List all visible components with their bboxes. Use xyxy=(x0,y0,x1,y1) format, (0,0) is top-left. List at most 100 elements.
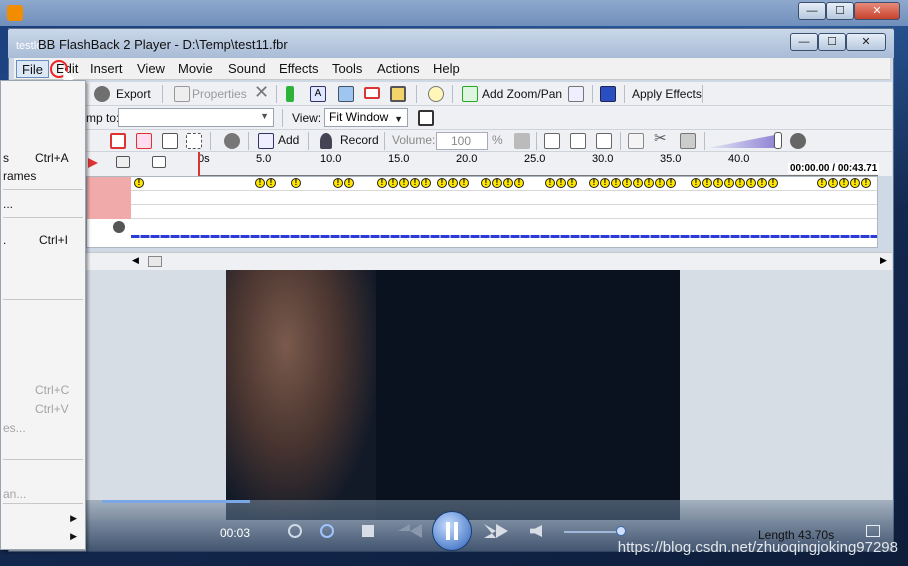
menu-help[interactable]: Help xyxy=(433,60,460,78)
scroll-left-icon[interactable]: ◀ xyxy=(132,255,139,266)
timeline-event-marker[interactable]: ! xyxy=(344,178,354,188)
track-mouse[interactable] xyxy=(131,205,877,219)
timeline-event-marker[interactable]: ! xyxy=(333,178,343,188)
outer-minimize-button[interactable]: — xyxy=(798,2,826,20)
inner-close-button[interactable]: ✕ xyxy=(846,33,886,51)
timeline-event-marker[interactable]: ! xyxy=(448,178,458,188)
timeline-event-marker[interactable]: ! xyxy=(713,178,723,188)
timeline-event-marker[interactable]: ! xyxy=(746,178,756,188)
menu-actions[interactable]: Actions xyxy=(377,60,420,78)
loop-icon[interactable] xyxy=(288,524,302,538)
volume-spinner[interactable]: 100 xyxy=(436,132,488,150)
timeline-event-marker[interactable]: ! xyxy=(724,178,734,188)
outer-close-button[interactable]: ✕ xyxy=(854,2,900,20)
timeline-tracks[interactable]: !!!!!!!!!!!!!!!!!!!!!!!!!!!!!!!!!!!!!!!!… xyxy=(86,176,878,248)
menu-item-ctrl-i[interactable]: . Ctrl+I xyxy=(1,231,85,249)
menu-item-submenu-2[interactable]: ▶ xyxy=(1,527,85,545)
volume-slider[interactable] xyxy=(708,134,780,148)
timeline-event-marker[interactable]: ! xyxy=(410,178,420,188)
volume-track[interactable] xyxy=(564,531,624,533)
timeline-event-marker[interactable]: ! xyxy=(817,178,827,188)
inner-maximize-button[interactable]: ☐ xyxy=(818,33,846,51)
menu-movie[interactable]: Movie xyxy=(178,60,213,78)
outer-maximize-button[interactable]: ☐ xyxy=(826,2,854,20)
timeline-event-marker[interactable]: ! xyxy=(644,178,654,188)
menu-item-submenu-1[interactable]: ▶ xyxy=(1,509,85,527)
timeline-event-marker[interactable]: ! xyxy=(757,178,767,188)
crop-icon[interactable] xyxy=(186,133,202,149)
stop-icon[interactable] xyxy=(362,525,374,537)
next-icon[interactable] xyxy=(484,524,508,538)
text-box-icon[interactable]: A xyxy=(310,86,326,102)
delete-icon[interactable]: ✕ xyxy=(254,83,269,103)
menu-item-select-all[interactable]: s Ctrl+A xyxy=(1,149,85,167)
fade-out-icon[interactable] xyxy=(596,133,612,149)
timeline-event-marker[interactable]: ! xyxy=(567,178,577,188)
sound-track-waveform[interactable] xyxy=(131,235,877,238)
timeline-event-marker[interactable]: ! xyxy=(666,178,676,188)
preview-icon[interactable] xyxy=(600,86,616,102)
add-sound-button[interactable]: Add xyxy=(278,131,299,151)
menu-view[interactable]: View xyxy=(137,60,165,78)
timeline-event-marker[interactable]: ! xyxy=(503,178,513,188)
inner-minimize-button[interactable]: — xyxy=(790,33,818,51)
scroll-thumb[interactable] xyxy=(148,256,162,267)
timeline-event-marker[interactable]: ! xyxy=(828,178,838,188)
timeline-event-marker[interactable]: ! xyxy=(377,178,387,188)
playhead[interactable] xyxy=(198,152,200,176)
speaker-icon[interactable] xyxy=(790,133,806,149)
timeline-event-marker[interactable]: ! xyxy=(735,178,745,188)
timeline-event-marker[interactable]: ! xyxy=(421,178,431,188)
timeline-event-marker[interactable]: ! xyxy=(492,178,502,188)
properties-button[interactable]: Properties xyxy=(192,85,247,105)
timeline-event-marker[interactable]: ! xyxy=(622,178,632,188)
menu-item-copy[interactable]: Ctrl+C xyxy=(1,381,85,399)
timeline-ruler[interactable]: 0s 5.0 10.0 15.0 20.0 25.0 30.0 35.0 40.… xyxy=(86,152,892,176)
sound-effect-icon[interactable] xyxy=(224,133,240,149)
track-frames[interactable]: !!!!!!!!!!!!!!!!!!!!!!!!!!!!!!!!!!!!!!!!… xyxy=(131,177,877,191)
marker-icon[interactable] xyxy=(286,86,294,102)
timeline-event-marker[interactable]: ! xyxy=(611,178,621,188)
timeline-event-marker[interactable]: ! xyxy=(556,178,566,188)
menu-file[interactable]: File xyxy=(16,60,49,78)
delete-frames-icon[interactable] xyxy=(110,133,126,149)
timeline-event-marker[interactable]: ! xyxy=(399,178,409,188)
menu-insert[interactable]: Insert xyxy=(90,60,123,78)
fullscreen-icon[interactable] xyxy=(418,110,434,126)
timeline-event-marker[interactable]: ! xyxy=(459,178,469,188)
timeline-event-marker[interactable]: ! xyxy=(514,178,524,188)
button-shape-icon[interactable] xyxy=(390,86,406,102)
menu-tools[interactable]: Tools xyxy=(332,60,362,78)
progress-bar[interactable] xyxy=(102,500,250,503)
menu-effects[interactable]: Effects xyxy=(279,60,319,78)
fade-in-icon[interactable] xyxy=(570,133,586,149)
timeline-event-marker[interactable]: ! xyxy=(633,178,643,188)
highlight-icon[interactable] xyxy=(364,87,380,99)
timeline-event-marker[interactable]: ! xyxy=(481,178,491,188)
timeline-event-marker[interactable]: ! xyxy=(388,178,398,188)
paste-icon[interactable] xyxy=(680,133,696,149)
speaker-icon[interactable] xyxy=(530,525,542,537)
menu-item-scan[interactable]: an... xyxy=(1,485,85,503)
add-zoom-pan-button[interactable]: Add Zoom/Pan xyxy=(482,85,562,105)
timeline-event-marker[interactable]: ! xyxy=(702,178,712,188)
timeline-event-marker[interactable]: ! xyxy=(768,178,778,188)
scroll-right-icon[interactable]: ▶ xyxy=(880,255,887,266)
timeline-event-marker[interactable]: ! xyxy=(691,178,701,188)
refresh-icon[interactable] xyxy=(320,524,334,538)
timeline-event-marker[interactable]: ! xyxy=(589,178,599,188)
volume-slider-thumb[interactable] xyxy=(774,132,782,149)
timeline-event-marker[interactable]: ! xyxy=(655,178,665,188)
menu-item-frames[interactable]: rames xyxy=(1,167,85,185)
track-objects[interactable] xyxy=(131,191,877,205)
delete-range-icon[interactable] xyxy=(136,133,152,149)
image-icon[interactable] xyxy=(338,86,354,102)
timeline-event-marker[interactable]: ! xyxy=(839,178,849,188)
view-select[interactable]: Fit Window ▼ xyxy=(324,108,408,127)
menu-sound[interactable]: Sound xyxy=(228,60,266,78)
timeline-event-marker[interactable]: ! xyxy=(266,178,276,188)
cursor-effect-icon[interactable] xyxy=(428,86,444,102)
fullscreen-icon[interactable] xyxy=(866,525,880,537)
frame-view-icon[interactable] xyxy=(116,156,130,168)
timeline-event-marker[interactable]: ! xyxy=(850,178,860,188)
